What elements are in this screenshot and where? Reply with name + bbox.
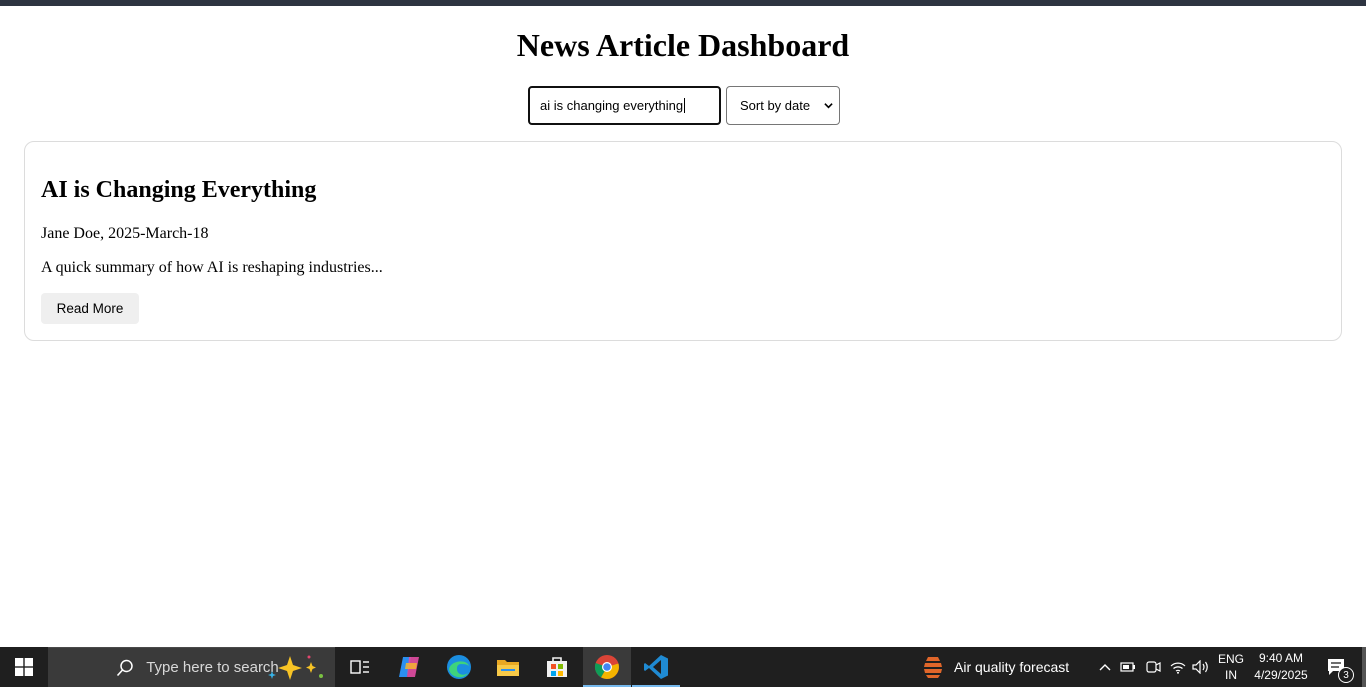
search-input[interactable]: ai is changing everything bbox=[528, 86, 721, 125]
file-explorer-icon bbox=[497, 660, 519, 676]
text-caret bbox=[684, 98, 686, 113]
taskbar-app-vscode[interactable] bbox=[632, 647, 680, 687]
windows-taskbar: Type here to search Air quality forecast… bbox=[0, 647, 1366, 687]
edge-icon bbox=[447, 655, 471, 679]
tray-meet-now[interactable] bbox=[1144, 647, 1162, 687]
controls-bar: ai is changing everything Sort by date bbox=[528, 86, 840, 125]
taskbar-clock[interactable]: 9:40 AM 4/29/2025 bbox=[1250, 647, 1312, 687]
sort-select[interactable]: Sort by date bbox=[726, 86, 840, 125]
taskbar-app-store[interactable] bbox=[533, 647, 581, 687]
task-view-icon bbox=[350, 660, 369, 674]
taskbar-app-file-explorer[interactable] bbox=[484, 647, 532, 687]
copilot-sparkle-icon bbox=[268, 655, 323, 680]
sort-select-value: Sort by date bbox=[740, 98, 811, 113]
tray-overflow-button[interactable] bbox=[1096, 647, 1114, 687]
input-language-indicator[interactable]: ENG IN bbox=[1214, 647, 1248, 687]
taskbar-app-chrome[interactable] bbox=[583, 647, 631, 687]
copilot-icon bbox=[399, 657, 419, 677]
battery-icon bbox=[1120, 662, 1135, 672]
tray-volume[interactable] bbox=[1191, 647, 1211, 687]
weather-widget[interactable]: Air quality forecast bbox=[922, 647, 1082, 687]
tray-battery[interactable] bbox=[1119, 647, 1137, 687]
microsoft-store-icon bbox=[547, 657, 567, 677]
notification-count-badge: 3 bbox=[1338, 667, 1354, 683]
vscode-icon bbox=[644, 655, 668, 679]
page-title: News Article Dashboard bbox=[516, 27, 850, 63]
search-input-value: ai is changing everything bbox=[540, 98, 684, 113]
wifi-icon bbox=[1170, 662, 1186, 674]
search-icon bbox=[117, 659, 133, 676]
article-summary: A quick summary of how AI is reshaping i… bbox=[41, 259, 383, 276]
air-quality-icon bbox=[924, 657, 942, 678]
taskbar-app-edge[interactable] bbox=[435, 647, 483, 687]
article-meta: Jane Doe, 2025-March-18 bbox=[41, 225, 209, 242]
read-more-button[interactable]: Read More bbox=[41, 293, 139, 324]
task-view-button[interactable] bbox=[338, 647, 382, 687]
article-card: AI is Changing Everything Jane Doe, 2025… bbox=[24, 141, 1342, 341]
camera-icon bbox=[1146, 661, 1161, 673]
start-button[interactable] bbox=[0, 647, 48, 687]
article-title: AI is Changing Everything bbox=[41, 177, 317, 203]
notification-center-button[interactable]: 3 bbox=[1316, 647, 1356, 687]
windows-start-icon bbox=[15, 658, 33, 676]
taskbar-search-box[interactable]: Type here to search bbox=[48, 647, 335, 687]
weather-label: Air quality forecast bbox=[954, 659, 1070, 675]
language-region: IN bbox=[1225, 668, 1237, 682]
speaker-icon bbox=[1192, 660, 1208, 674]
clock-date: 4/29/2025 bbox=[1254, 668, 1308, 682]
tray-network[interactable] bbox=[1168, 647, 1188, 687]
clock-time: 9:40 AM bbox=[1258, 651, 1304, 665]
dashboard-page: News Article Dashboard ai is changing ev… bbox=[0, 6, 1366, 647]
language-code: ENG bbox=[1217, 652, 1244, 666]
show-desktop-button[interactable] bbox=[1362, 647, 1366, 687]
taskbar-search-placeholder: Type here to search bbox=[146, 659, 279, 676]
taskbar-app-copilot[interactable] bbox=[386, 647, 434, 687]
chevron-up-icon bbox=[1099, 664, 1111, 671]
chevron-down-icon bbox=[824, 103, 833, 109]
chrome-icon bbox=[594, 655, 619, 679]
